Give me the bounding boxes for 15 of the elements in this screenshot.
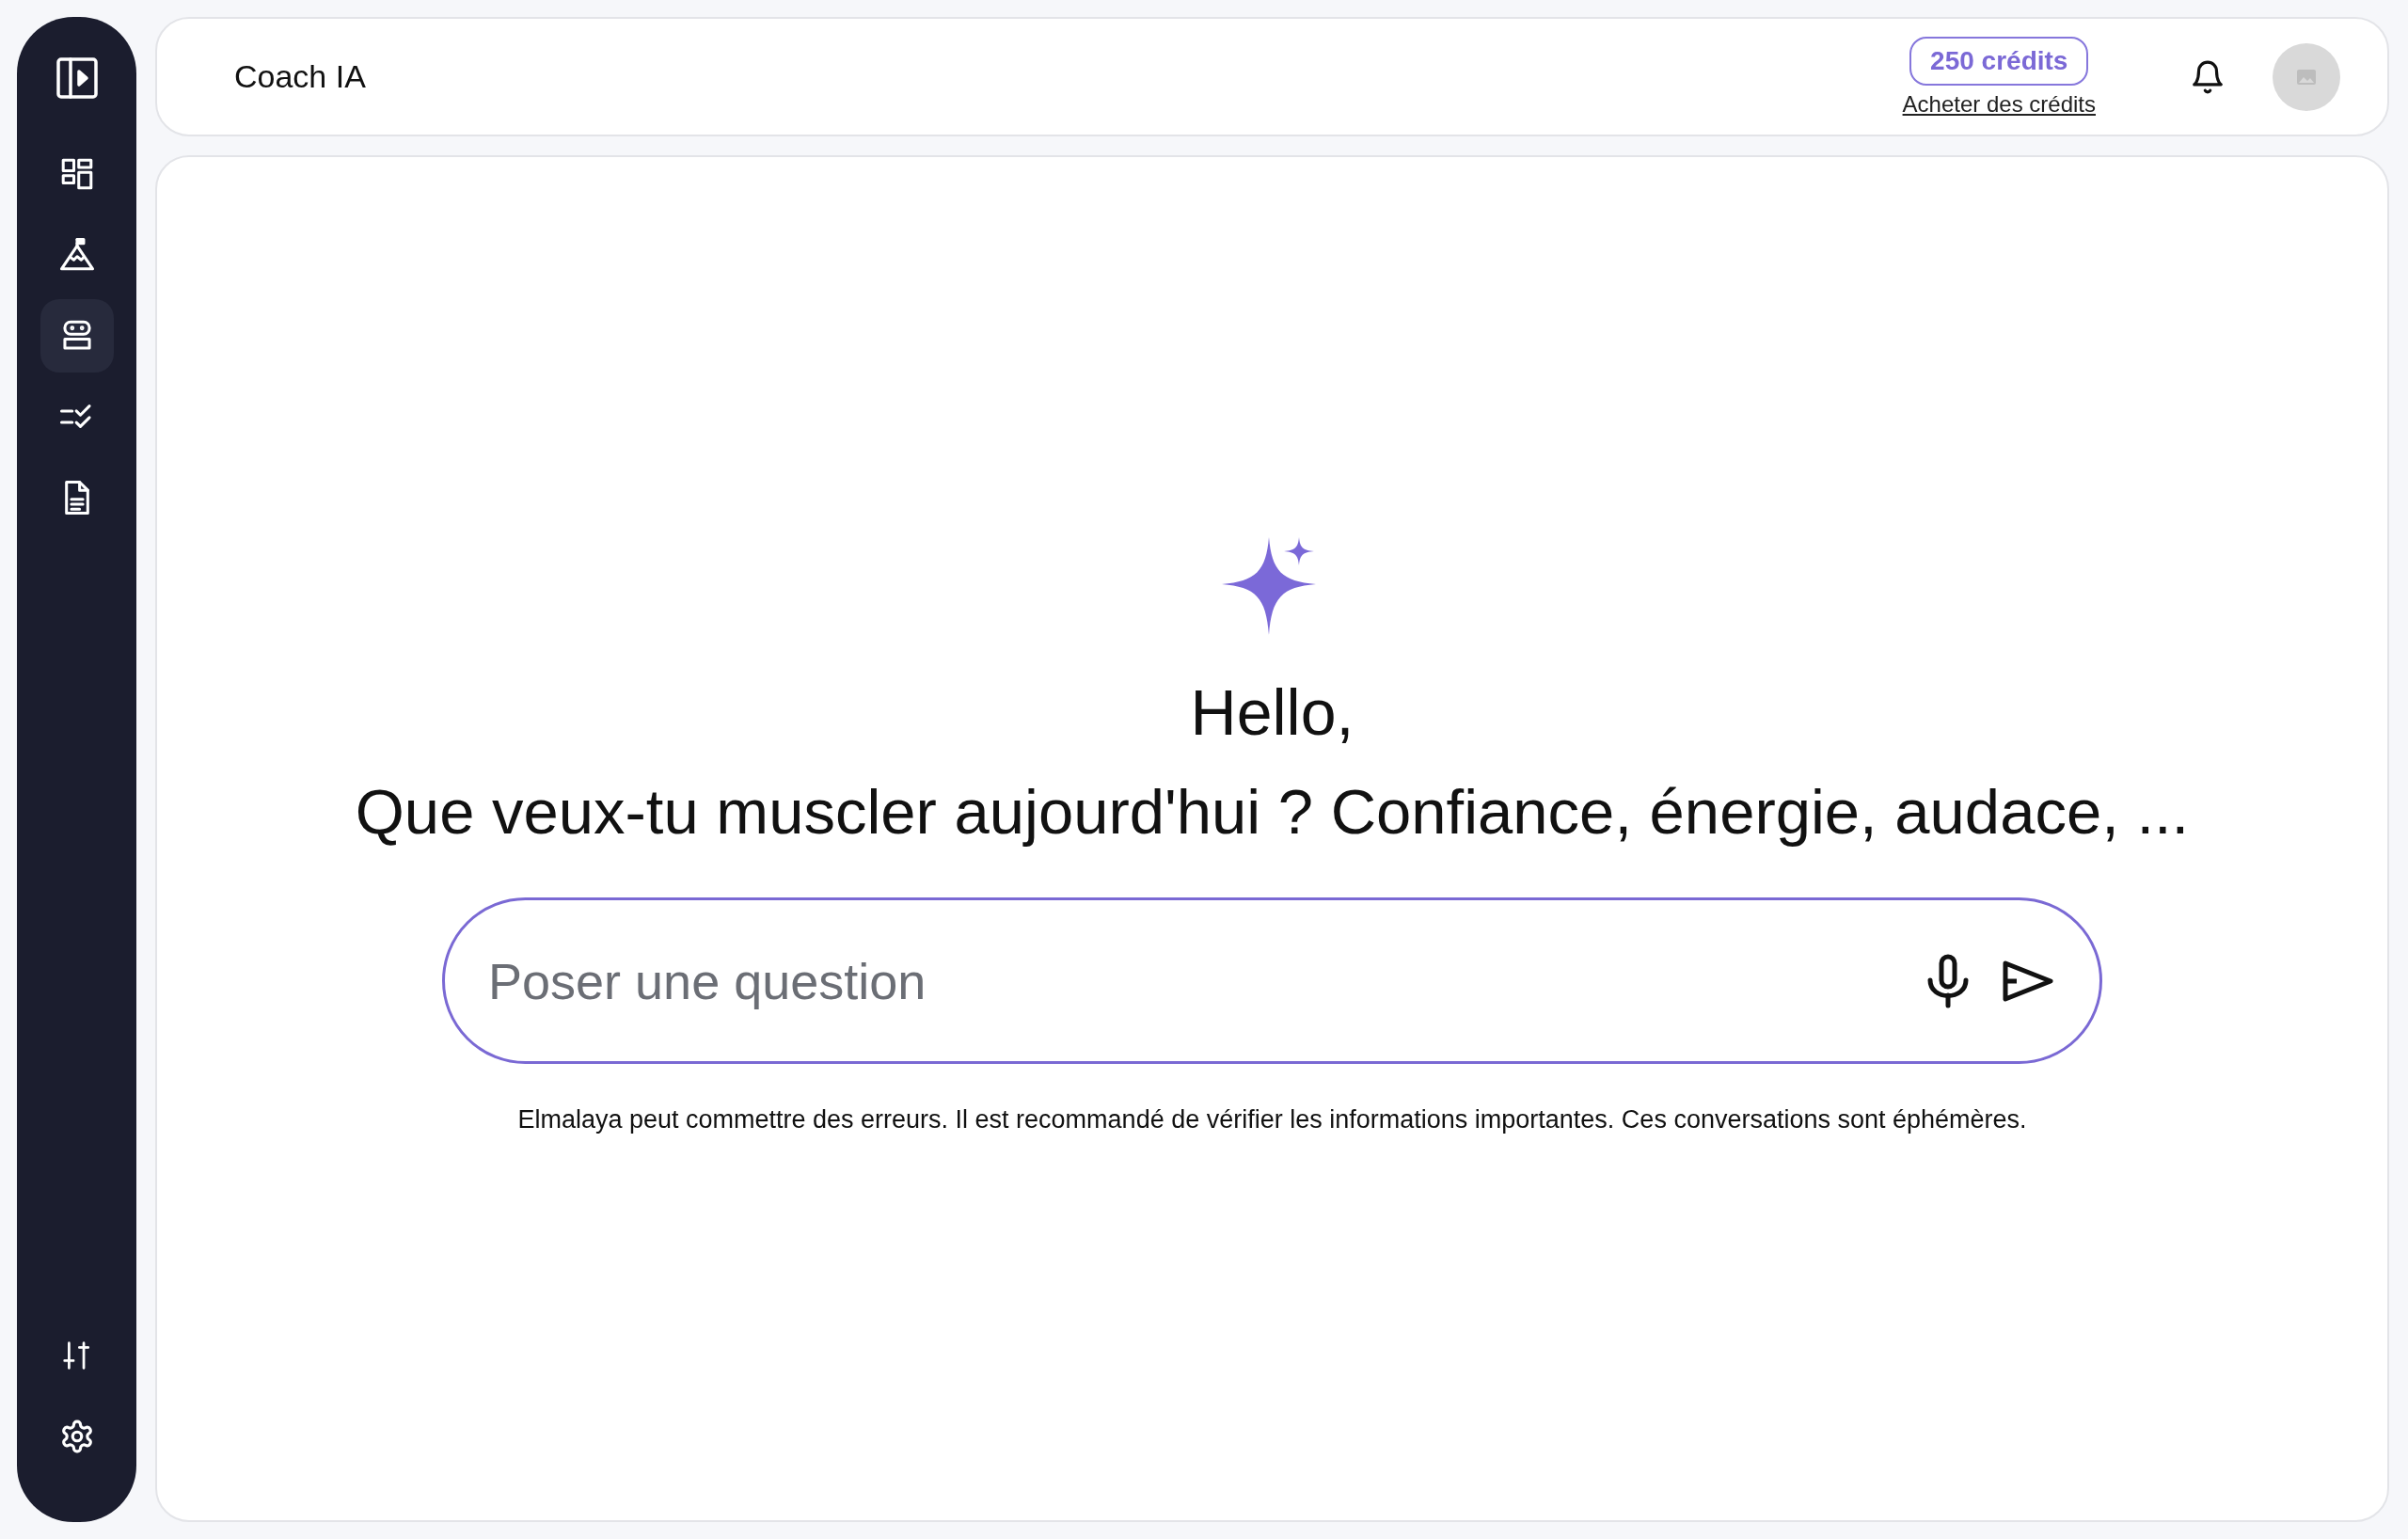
disclaimer-text: Elmalaya peut commettre des erreurs. Il est recommandé de vérifier les informations importantes. Ces conversations sont éphémères.	[517, 1105, 2027, 1135]
question-input[interactable]: Poser une question	[486, 951, 1894, 1011]
credits-badge: 250 crédits	[1909, 36, 2089, 86]
microphone-button[interactable]	[1926, 954, 1970, 1008]
microphone-icon	[1926, 954, 1970, 1008]
send-button[interactable]	[2002, 960, 2054, 1003]
greeting: Hello,	[1190, 675, 1354, 750]
question-field[interactable]: Poser une question	[442, 897, 2102, 1065]
page-title: Coach IA	[234, 58, 367, 95]
image-icon	[2297, 69, 2316, 85]
panel-toggle-icon	[55, 56, 99, 100]
buy-credits-link[interactable]: Acheter des crédits	[1902, 90, 2096, 118]
send-icon	[2002, 960, 2054, 1003]
sidebar-item[interactable]	[40, 299, 114, 373]
prompt-heading: Que veux-tu muscler aujourd'hui ? Confiance, énergie, audace, ...	[355, 775, 2190, 849]
